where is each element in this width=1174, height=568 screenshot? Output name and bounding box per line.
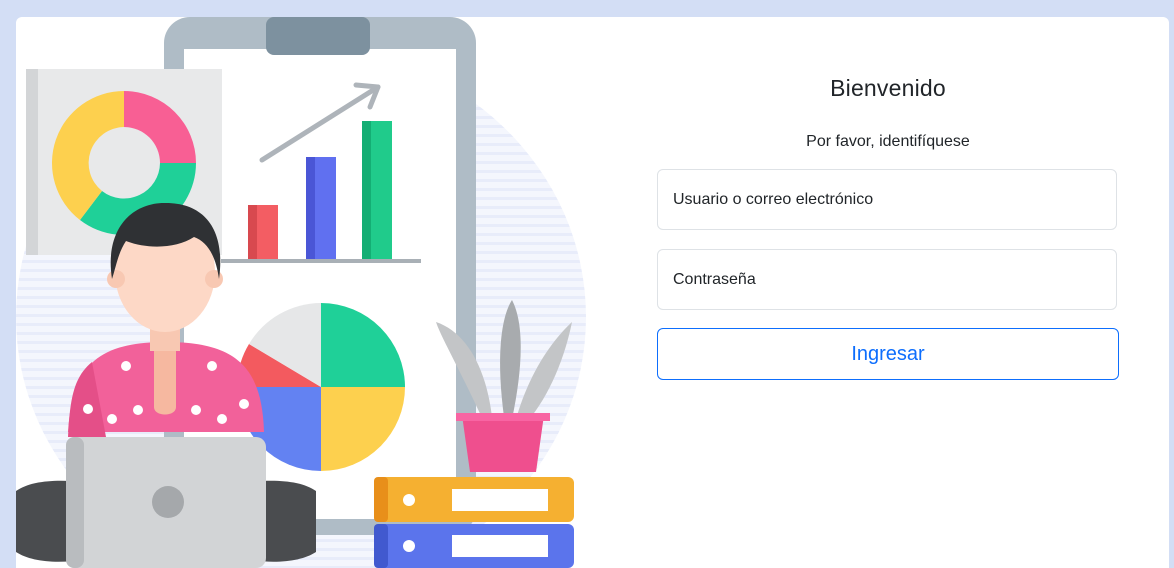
login-button[interactable]: Ingresar bbox=[657, 328, 1119, 380]
welcome-subtitle: Por favor, identifíquese bbox=[806, 133, 970, 150]
username-input[interactable] bbox=[657, 169, 1117, 230]
login-form: Bienvenido Por favor, identifíquese Ingr… bbox=[657, 17, 1119, 568]
welcome-title: Bienvenido bbox=[830, 75, 946, 101]
login-card: Bienvenido Por favor, identifíquese Ingr… bbox=[16, 17, 1169, 568]
password-input[interactable] bbox=[657, 249, 1117, 310]
dashboard-illustration bbox=[16, 17, 586, 568]
